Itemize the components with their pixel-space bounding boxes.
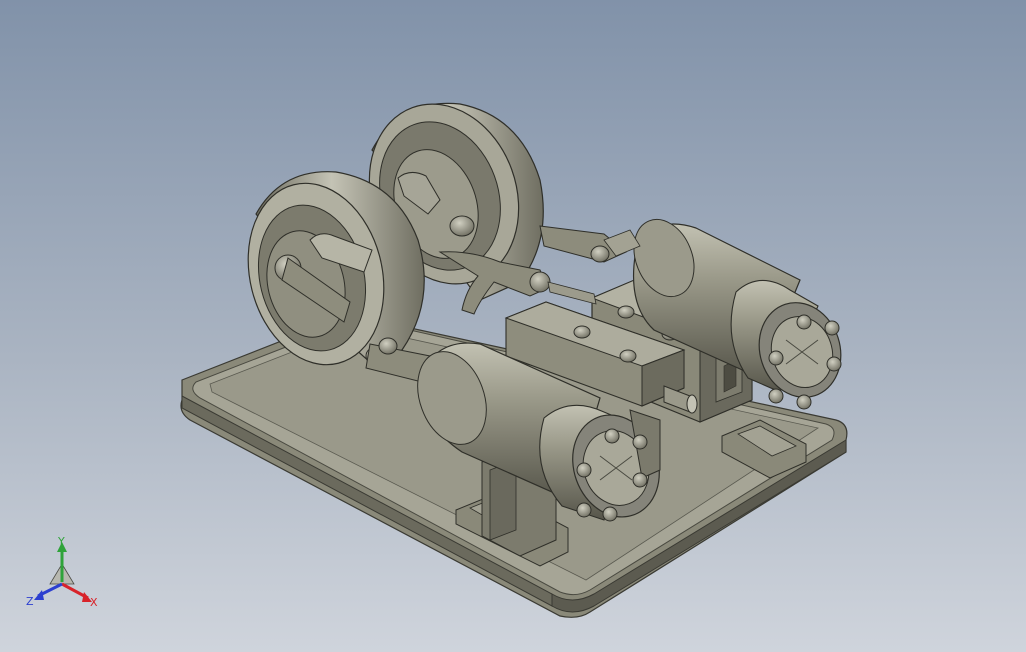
graphics-viewport[interactable]: Y X Z	[0, 0, 1026, 652]
triad-y-label: Y	[57, 536, 65, 548]
reference-triad[interactable]: Y X Z	[24, 536, 108, 616]
triad-x-label: X	[90, 596, 98, 609]
triad-axes	[34, 542, 92, 602]
model-render[interactable]	[0, 0, 1026, 652]
triad-z-label: Z	[26, 595, 34, 608]
